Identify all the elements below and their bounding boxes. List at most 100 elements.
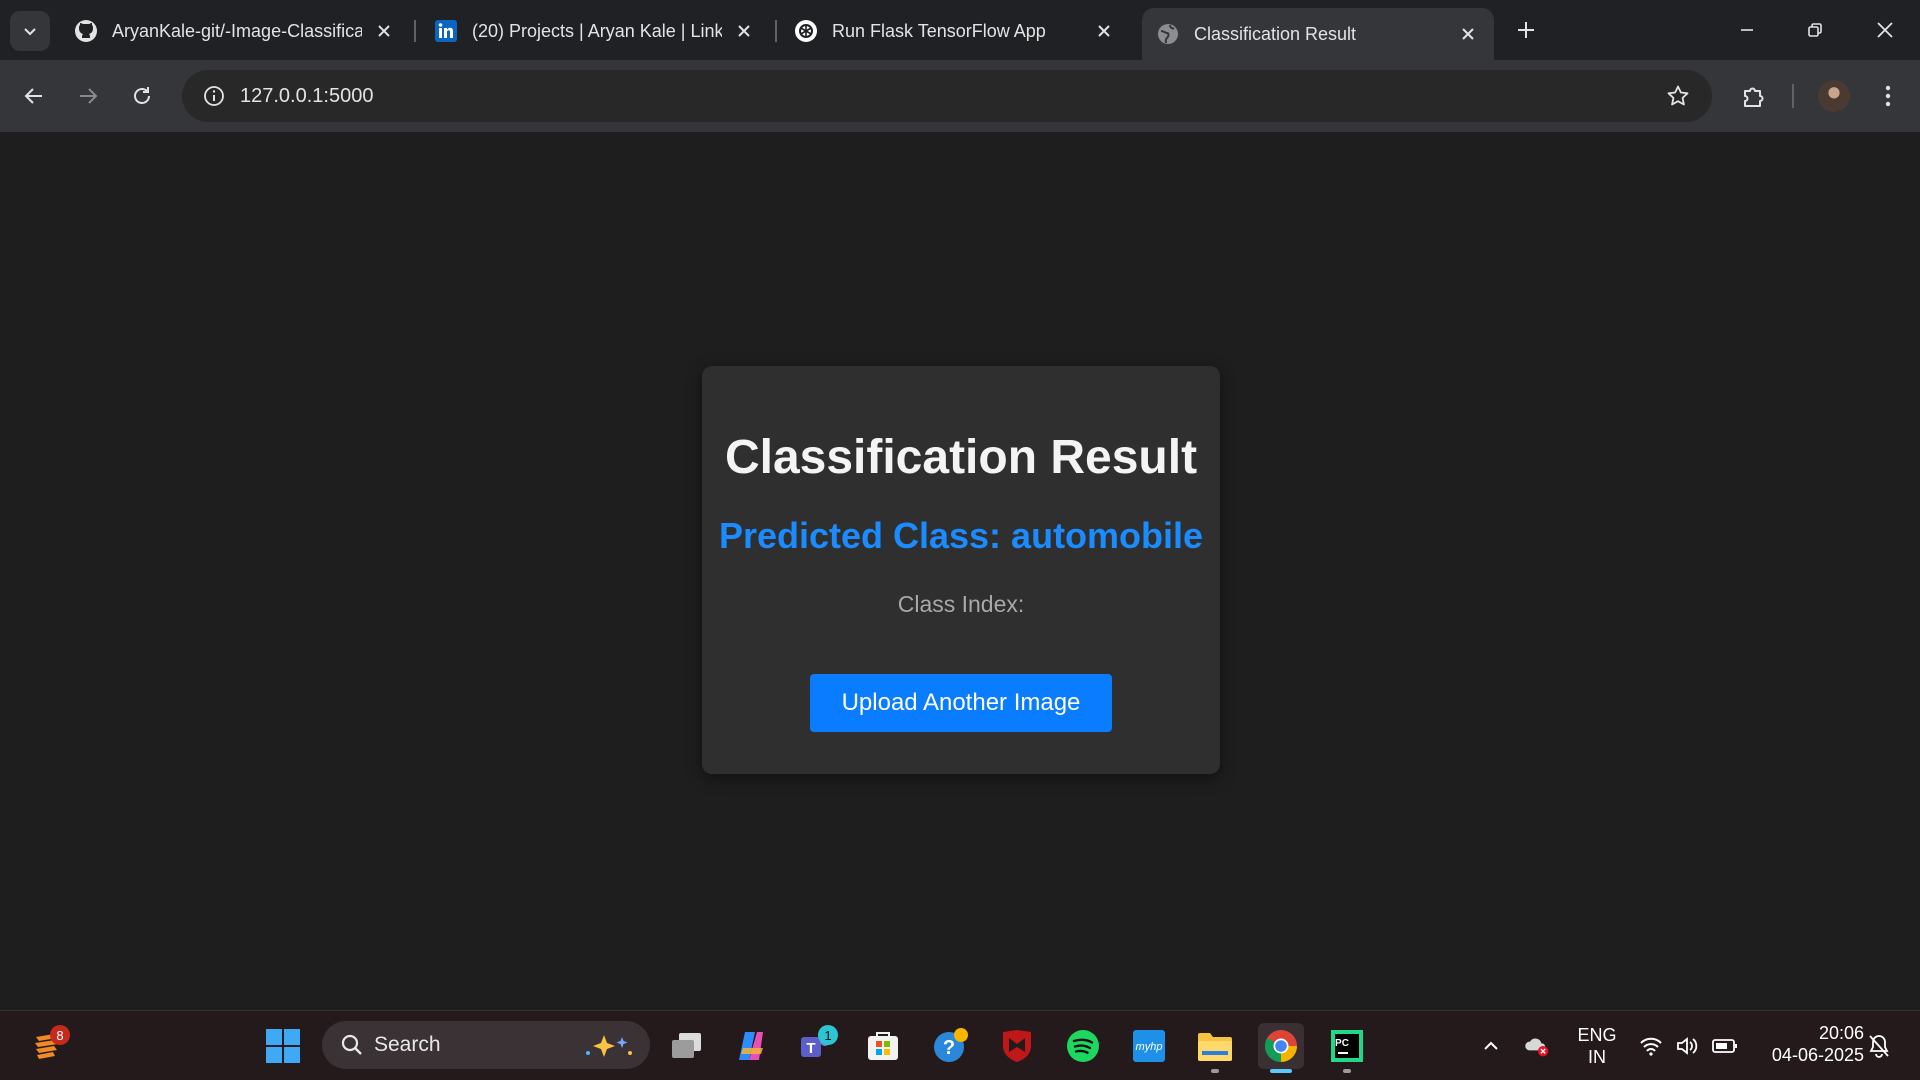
show-hidden-icons-button[interactable] [1478, 1033, 1504, 1059]
spotify-button[interactable] [1060, 1023, 1106, 1069]
arrow-right-icon [80, 88, 98, 104]
browser-toolbar: 127.0.0.1:5000 [0, 60, 1920, 132]
clock[interactable]: 20:06 04-06-2025 [1754, 1022, 1864, 1066]
tab-classification-result[interactable]: Classification Result [1142, 8, 1494, 60]
pycharm-button[interactable]: PC [1324, 1023, 1370, 1073]
store-icon [868, 1032, 898, 1060]
svg-text:T: T [806, 1040, 815, 1057]
pycharm-icon: PC [1331, 1030, 1363, 1062]
site-info-icon[interactable] [188, 70, 240, 122]
tab-title: (20) Projects | Aryan Kale | LinkedIn [472, 20, 722, 41]
chevron-down-icon [24, 28, 36, 36]
chrome-button[interactable] [1258, 1023, 1304, 1073]
region-code: IN [1588, 1047, 1606, 1067]
new-tab-button[interactable] [1510, 14, 1542, 46]
teams-button[interactable]: T 1 [792, 1023, 838, 1069]
battery-icon [1712, 1039, 1737, 1053]
close-icon[interactable] [1456, 22, 1480, 46]
result-card: Classification Result Predicted Class: a… [702, 366, 1220, 774]
reload-button[interactable] [122, 76, 162, 116]
back-button[interactable] [14, 76, 54, 116]
onedrive-status[interactable] [1524, 1033, 1550, 1059]
globe-icon [1156, 22, 1180, 46]
github-icon [74, 19, 98, 43]
tab-title: AryanKale-git/-Image-Classification [112, 20, 362, 41]
tab-title: Run Flask TensorFlow App [832, 20, 1046, 41]
arrow-left-icon [24, 88, 42, 104]
chatgpt-icon [794, 19, 818, 43]
battery-status[interactable] [1712, 1033, 1738, 1059]
upload-another-image-button[interactable]: Upload Another Image [810, 674, 1112, 732]
mcafee-button[interactable] [994, 1023, 1040, 1069]
tab-search-button[interactable] [10, 11, 50, 51]
page-content: Classification Result Predicted Class: a… [0, 132, 1920, 1010]
extensions-button[interactable] [1734, 76, 1774, 116]
page-title: Classification Result [724, 431, 1198, 484]
kebab-menu-icon [1885, 85, 1891, 107]
taskbar-search[interactable]: Search [322, 1021, 650, 1069]
tab-strip: AryanKale-git/-Image-Classification (20)… [0, 0, 1920, 60]
restore-icon [1808, 23, 1822, 37]
profile-avatar[interactable] [1818, 80, 1850, 112]
restore-button[interactable] [1790, 10, 1840, 50]
address-bar[interactable]: 127.0.0.1:5000 [182, 70, 1712, 122]
help-button[interactable]: ? [928, 1023, 974, 1069]
copilot-button[interactable] [728, 1023, 774, 1069]
url-text[interactable]: 127.0.0.1:5000 [240, 85, 373, 108]
language-indicator[interactable]: ENG IN [1574, 1024, 1620, 1068]
mcafee-shield-icon [1003, 1030, 1031, 1062]
search-label: Search [374, 1033, 441, 1056]
minimize-button[interactable] [1722, 10, 1772, 50]
widgets-badge: 8 [50, 1025, 70, 1045]
tab-linkedin[interactable]: (20) Projects | Aryan Kale | LinkedIn [420, 10, 770, 52]
copilot-icon [739, 1032, 763, 1060]
widgets-button[interactable]: 8 [24, 1023, 70, 1069]
start-button[interactable] [260, 1023, 306, 1069]
wifi-status[interactable] [1638, 1033, 1664, 1059]
notifications-button[interactable] [1866, 1033, 1892, 1059]
windows-icon [266, 1029, 300, 1063]
tab-separator [775, 20, 777, 42]
chrome-icon [1264, 1030, 1298, 1062]
spotify-icon [1067, 1030, 1099, 1062]
menu-button[interactable] [1868, 76, 1908, 116]
folder-icon [1198, 1033, 1232, 1061]
task-view-button[interactable] [664, 1023, 710, 1069]
volume-status[interactable] [1674, 1033, 1700, 1059]
close-window-button[interactable] [1860, 10, 1910, 50]
chevron-up-icon [1484, 1041, 1498, 1050]
close-icon[interactable] [372, 19, 396, 43]
sparkle-icon [586, 1035, 632, 1057]
clock-date: 04-06-2025 [1771, 1045, 1864, 1065]
task-view-icon [672, 1033, 701, 1058]
toolbar-divider [1792, 84, 1794, 108]
language-code: ENG [1577, 1025, 1617, 1045]
reload-icon [134, 87, 150, 104]
forward-button[interactable] [68, 76, 108, 116]
wifi-icon [1640, 1037, 1662, 1056]
ms-store-button[interactable] [860, 1023, 906, 1069]
bookmark-star-icon[interactable] [1664, 82, 1692, 110]
close-icon[interactable] [1092, 19, 1116, 43]
predicted-class-text: Predicted Class: automobile [718, 515, 1204, 556]
tab-title: Classification Result [1194, 23, 1357, 44]
tab-github[interactable]: AryanKale-git/-Image-Classification [60, 10, 410, 52]
svg-text:?: ? [943, 1037, 955, 1059]
svg-text:myhp: myhp [1136, 1041, 1163, 1053]
running-indicator [1211, 1069, 1219, 1073]
linkedin-icon [434, 19, 458, 43]
teams-badge: 1 [818, 1025, 838, 1045]
puzzle-icon [1744, 87, 1764, 107]
clock-time: 20:06 [1818, 1023, 1864, 1043]
close-icon[interactable] [732, 19, 756, 43]
myhp-icon: myhp [1133, 1030, 1165, 1062]
taskbar: 8 Search T 1 ? myhp PC ENG IN 20:06 04-0… [0, 1010, 1920, 1080]
tab-chatgpt[interactable]: Run Flask TensorFlow App [780, 10, 1130, 52]
minimize-icon [1741, 29, 1753, 31]
active-indicator [1270, 1069, 1292, 1073]
file-explorer-button[interactable] [1192, 1023, 1238, 1073]
svg-text:PC: PC [1335, 1038, 1349, 1049]
help-icon: ? [934, 1028, 968, 1062]
plus-icon [1518, 22, 1534, 38]
myhp-button[interactable]: myhp [1126, 1023, 1172, 1069]
